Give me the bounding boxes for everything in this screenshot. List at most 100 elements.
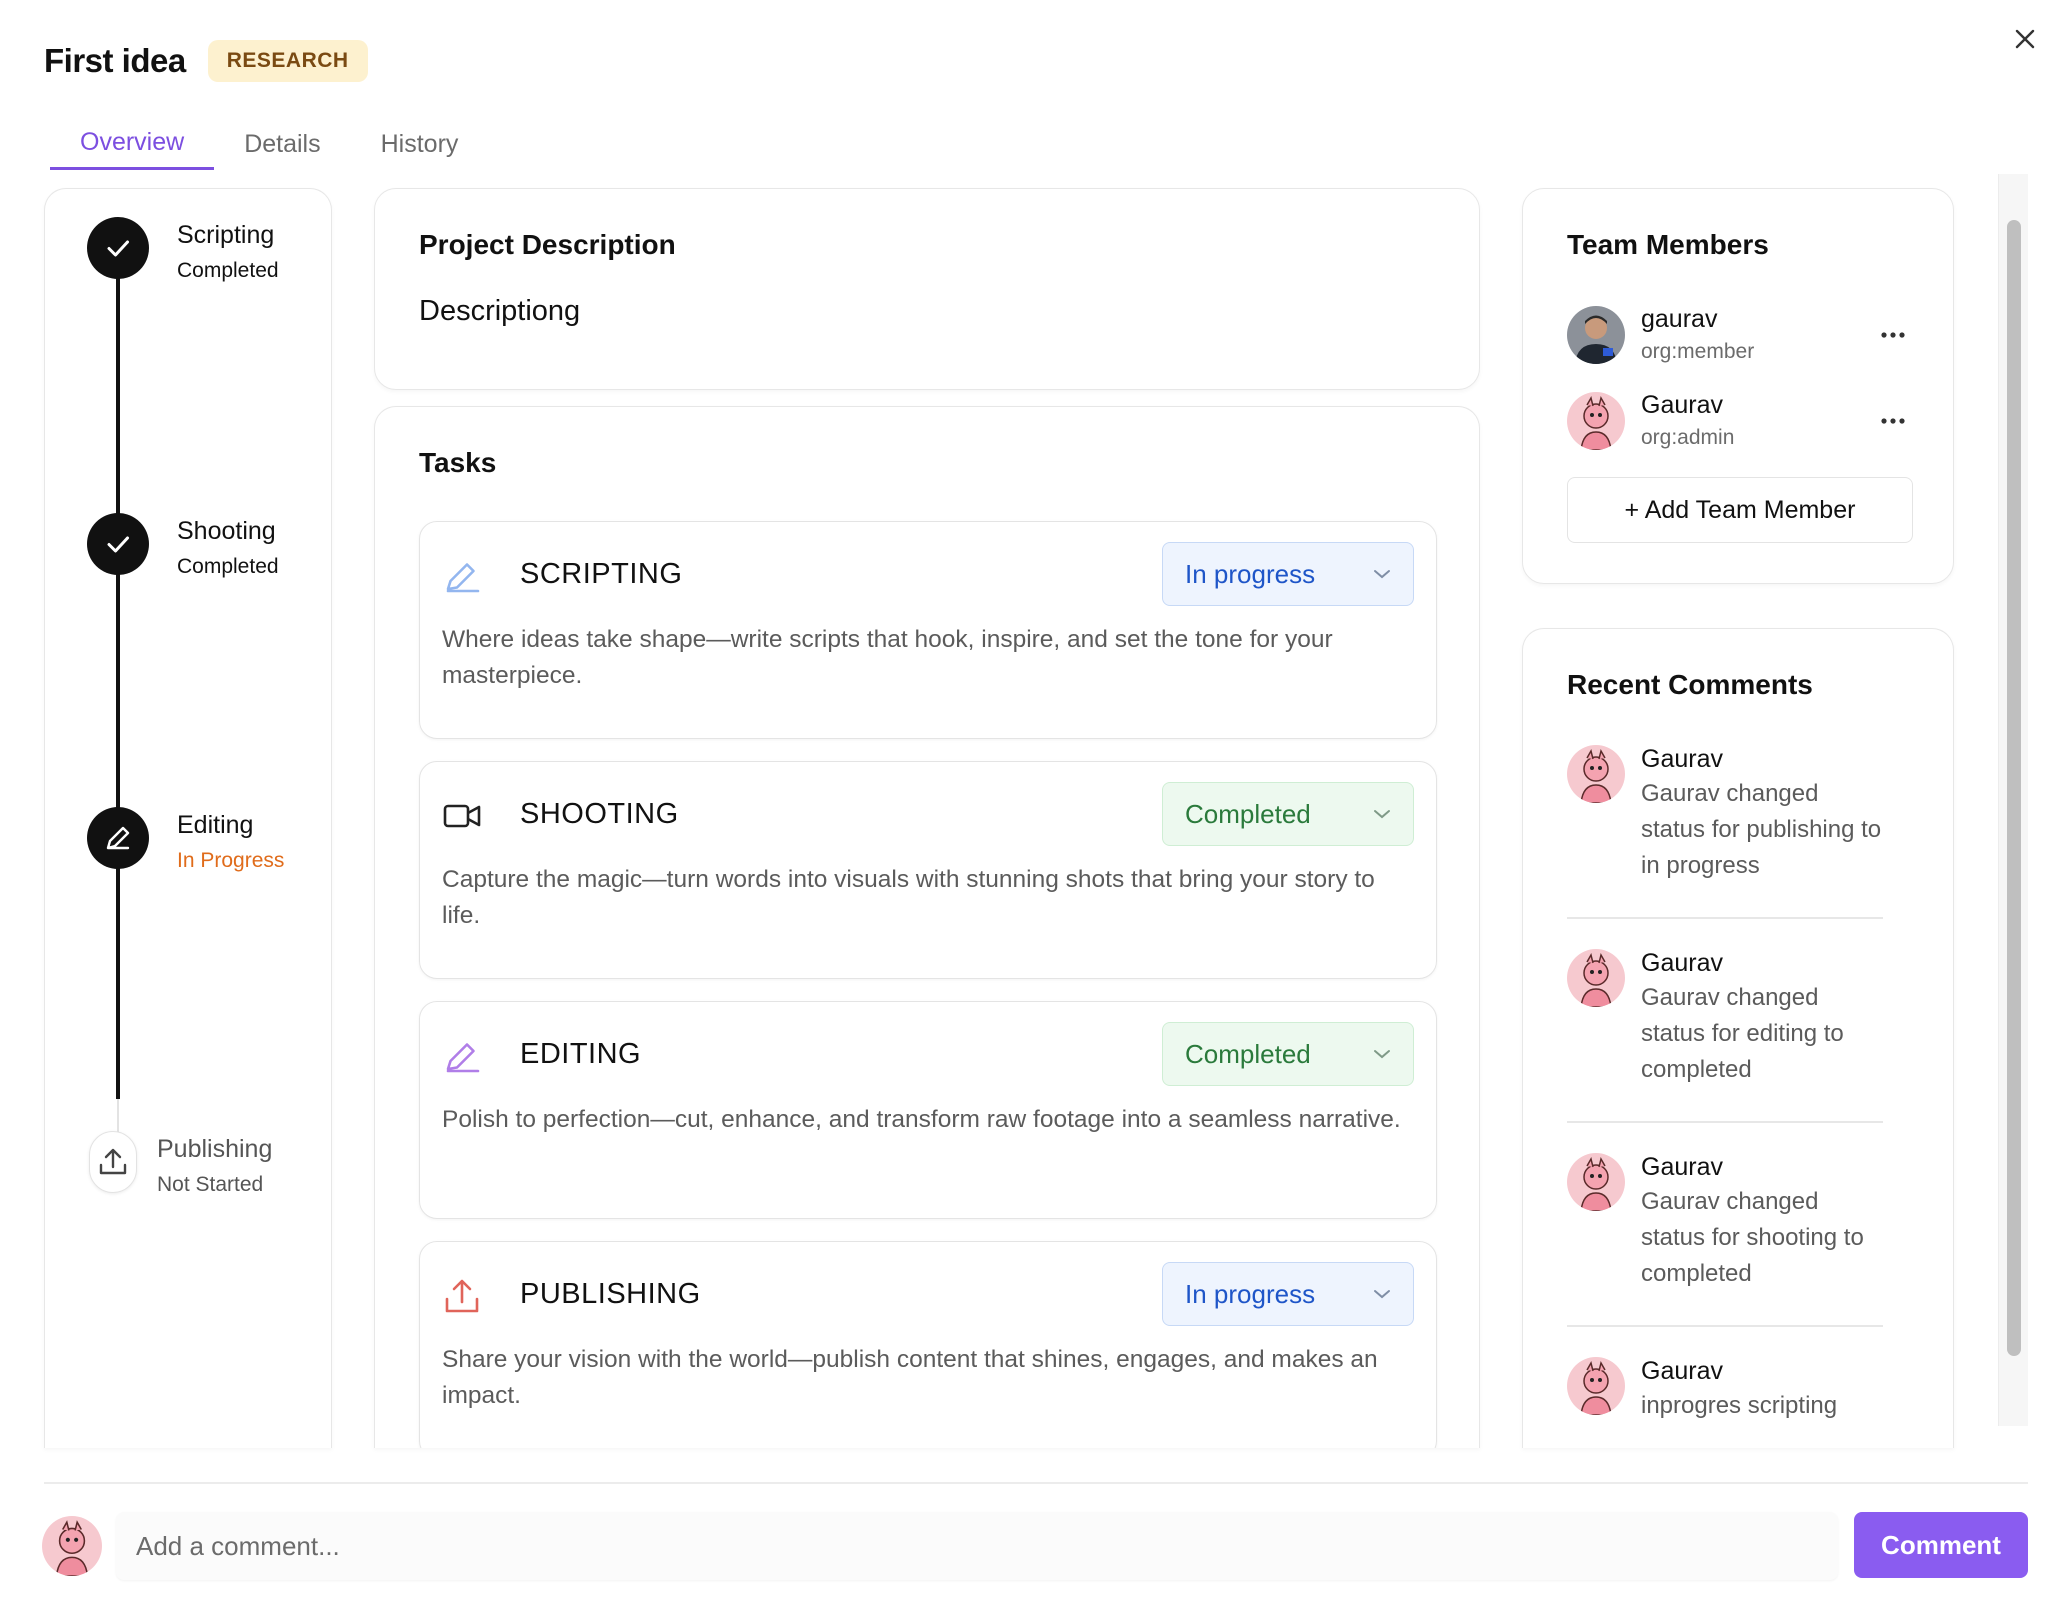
project-description-card: Project Description Descriptiong bbox=[374, 188, 1480, 390]
more-horizontal-icon bbox=[1881, 331, 1905, 338]
task-status-value: Completed bbox=[1185, 798, 1311, 829]
more-options-button[interactable] bbox=[1873, 325, 1913, 345]
comment-author: Gaurav bbox=[1641, 1357, 1723, 1385]
task-status-select[interactable]: In progress bbox=[1162, 1262, 1414, 1326]
comment-submit-button[interactable]: Comment bbox=[1854, 1512, 2028, 1578]
member-name: Gaurav bbox=[1641, 391, 1723, 419]
scrollbar-track[interactable] bbox=[1998, 174, 2028, 1426]
chevron-down-icon bbox=[1374, 1290, 1390, 1299]
task-title: SCRIPTING bbox=[520, 558, 683, 590]
pencil-icon bbox=[446, 1043, 480, 1073]
video-camera-icon bbox=[443, 804, 481, 828]
timeline-step-status: Completed bbox=[177, 259, 279, 282]
team-member: gaurav org:member bbox=[1567, 305, 1913, 364]
task-description: Where ideas take shape—write scripts tha… bbox=[442, 626, 1333, 689]
task-description: Share your vision with the world—publish… bbox=[442, 1346, 1378, 1409]
upload-icon bbox=[445, 1279, 479, 1313]
task-shooting: SHOOTING Completed Capture the magic—tur… bbox=[419, 761, 1437, 979]
chevron-down-icon bbox=[1374, 1050, 1390, 1059]
comment-input[interactable] bbox=[116, 1512, 1838, 1580]
page-title: First idea bbox=[44, 42, 186, 79]
team-members-title: Team Members bbox=[1567, 229, 1769, 260]
comment-divider bbox=[1567, 1121, 1883, 1123]
comment-text: Gaurav changed status for publishing to … bbox=[1641, 780, 1882, 879]
chevron-down-icon bbox=[1374, 810, 1390, 819]
task-status-select[interactable]: Completed bbox=[1162, 782, 1414, 846]
avatar bbox=[1567, 1357, 1625, 1415]
pencil-icon bbox=[87, 807, 149, 869]
category-badge: RESEARCH bbox=[207, 40, 368, 82]
comment-item: Gaurav Gaurav changed status for shootin… bbox=[1567, 1153, 1883, 1292]
tab-history[interactable]: History bbox=[351, 118, 489, 170]
avatar bbox=[1567, 1153, 1625, 1211]
comment-text: Gaurav changed status for editing to com… bbox=[1641, 984, 1844, 1083]
timeline-step-status: Not Started bbox=[157, 1173, 264, 1196]
timeline-step-status: In Progress bbox=[177, 849, 285, 872]
close-icon bbox=[2015, 29, 2035, 49]
recent-comments-card: Recent Comments Gaurav Gaurav changed st… bbox=[1522, 628, 1954, 1448]
avatar bbox=[1567, 391, 1625, 450]
timeline-step-shooting: Shooting Completed bbox=[87, 513, 279, 581]
chevron-down-icon bbox=[1374, 570, 1390, 579]
pencil-icon bbox=[446, 563, 480, 593]
project-description-text: Descriptiong bbox=[419, 295, 581, 327]
avatar bbox=[42, 1516, 102, 1576]
team-member: Gaurav org:admin bbox=[1567, 391, 1913, 450]
timeline-step-publishing: Publishing Not Started bbox=[89, 1131, 272, 1199]
timeline-line bbox=[116, 249, 120, 1099]
project-description-title: Project Description bbox=[419, 229, 676, 260]
task-title: PUBLISHING bbox=[520, 1278, 701, 1310]
more-horizontal-icon bbox=[1881, 417, 1905, 424]
comment-author: Gaurav bbox=[1641, 1153, 1723, 1181]
recent-comments-title: Recent Comments bbox=[1567, 669, 1813, 700]
task-status-value: In progress bbox=[1185, 558, 1316, 589]
check-icon bbox=[87, 217, 149, 279]
upload-icon bbox=[89, 1131, 137, 1193]
timeline-step-status: Completed bbox=[177, 555, 279, 578]
task-scripting: SCRIPTING In progress Where ideas take s… bbox=[419, 521, 1437, 739]
task-title: EDITING bbox=[520, 1038, 642, 1070]
comment-author: Gaurav bbox=[1641, 745, 1723, 773]
timeline-step-scripting: Scripting Completed bbox=[87, 217, 279, 285]
task-status-select[interactable]: In progress bbox=[1162, 542, 1414, 606]
member-role: org:admin bbox=[1641, 426, 1735, 449]
member-role: org:member bbox=[1641, 340, 1755, 363]
avatar bbox=[1567, 745, 1625, 803]
more-options-button[interactable] bbox=[1873, 411, 1913, 431]
task-editing: EDITING Completed Polish to perfection—c… bbox=[419, 1001, 1437, 1219]
task-status-select[interactable]: Completed bbox=[1162, 1022, 1414, 1086]
comment-item: Gaurav Gaurav changed status for editing… bbox=[1567, 949, 1883, 1088]
tab-bar: Overview Details History bbox=[50, 118, 488, 170]
task-status-value: Completed bbox=[1185, 1038, 1311, 1069]
timeline-step-editing: Editing In Progress bbox=[87, 807, 287, 875]
comment-item: Gaurav Gaurav changed status for publish… bbox=[1567, 745, 1883, 884]
tasks-card: Tasks SCRIPTING In progress Where ideas … bbox=[374, 406, 1480, 1448]
comment-divider bbox=[1567, 1325, 1883, 1327]
tasks-title: Tasks bbox=[419, 447, 497, 478]
close-button[interactable] bbox=[2008, 22, 2042, 56]
comment-text: Gaurav changed status for shooting to co… bbox=[1641, 1188, 1864, 1287]
check-icon bbox=[87, 513, 149, 575]
task-status-value: In progress bbox=[1185, 1278, 1316, 1309]
tab-details[interactable]: Details bbox=[214, 118, 350, 170]
tab-overview[interactable]: Overview bbox=[50, 118, 215, 170]
comment-divider bbox=[1567, 917, 1883, 919]
comment-text: inprogres scripting bbox=[1641, 1392, 1838, 1419]
progress-timeline: Scripting Completed Shooting Completed E… bbox=[44, 188, 332, 1448]
composer-divider bbox=[44, 1482, 2028, 1484]
header: First idea RESEARCH bbox=[44, 40, 368, 82]
task-description: Capture the magic—turn words into visual… bbox=[442, 866, 1375, 929]
comment-item: Gaurav inprogres scripting bbox=[1567, 1357, 1883, 1424]
task-title: SHOOTING bbox=[520, 798, 679, 830]
add-team-member-button[interactable]: + Add Team Member bbox=[1567, 477, 1913, 543]
timeline-step-name: Editing bbox=[177, 811, 254, 839]
task-publishing: PUBLISHING In progress Share your vision… bbox=[419, 1241, 1437, 1448]
timeline-step-name: Shooting bbox=[177, 517, 276, 545]
comment-author: Gaurav bbox=[1641, 949, 1723, 977]
task-description: Polish to perfection—cut, enhance, and t… bbox=[442, 1106, 1401, 1133]
scrollbar-thumb[interactable] bbox=[2007, 220, 2021, 1356]
team-members-card: Team Members gaurav org:member Gaurav or… bbox=[1522, 188, 1954, 584]
avatar bbox=[1567, 305, 1625, 364]
avatar bbox=[1567, 949, 1625, 1007]
timeline-step-name: Scripting bbox=[177, 221, 275, 249]
